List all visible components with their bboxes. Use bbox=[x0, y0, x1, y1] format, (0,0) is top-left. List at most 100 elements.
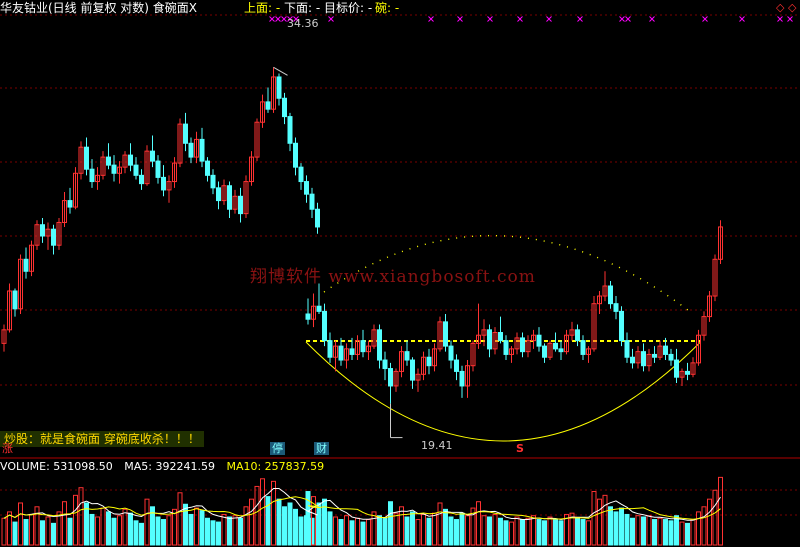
volume-bar bbox=[410, 511, 415, 546]
volume-bar bbox=[355, 517, 360, 546]
volume-bar bbox=[498, 517, 503, 546]
candle-body bbox=[685, 370, 690, 375]
candle-body bbox=[199, 138, 205, 162]
volume-bar bbox=[271, 480, 276, 546]
diamond-icon[interactable]: ◇ bbox=[776, 2, 784, 14]
price-arrows bbox=[273, 66, 403, 439]
ma5-value: MA5: 392241.59 bbox=[124, 460, 215, 473]
volume-bar bbox=[100, 507, 106, 546]
diamond-icon[interactable]: ◇ bbox=[788, 2, 796, 14]
volume-bar bbox=[51, 522, 56, 546]
volume-bar bbox=[492, 513, 498, 546]
candle-body bbox=[265, 101, 271, 110]
volume-bar bbox=[349, 520, 355, 546]
candle-body bbox=[558, 348, 564, 353]
volume-bar bbox=[111, 517, 117, 546]
volume-bar bbox=[227, 516, 232, 546]
candle-body bbox=[67, 200, 73, 208]
candle-body bbox=[520, 337, 525, 353]
candle-body bbox=[282, 97, 287, 118]
candle-body bbox=[674, 359, 679, 378]
candle-body bbox=[128, 154, 133, 166]
candle-body bbox=[40, 224, 45, 237]
volume-bar bbox=[56, 511, 62, 546]
candle-body bbox=[498, 332, 503, 342]
candle-body bbox=[426, 356, 432, 367]
candle-body bbox=[542, 345, 547, 358]
candle-body bbox=[553, 342, 558, 350]
candle-body bbox=[12, 290, 18, 310]
volume-bar bbox=[12, 521, 18, 546]
volume-bar bbox=[188, 513, 194, 546]
volume-bar bbox=[371, 511, 377, 546]
volume-bar bbox=[106, 511, 111, 546]
candle-body bbox=[293, 142, 298, 168]
volume-bar bbox=[547, 516, 553, 546]
candle-body bbox=[89, 168, 95, 183]
volume-bar bbox=[421, 513, 426, 546]
volume-bar bbox=[23, 519, 29, 546]
volume-bar bbox=[282, 506, 287, 546]
volume-bar bbox=[690, 519, 696, 546]
volume-bar bbox=[249, 498, 254, 546]
volume-bar bbox=[487, 516, 492, 546]
volume-bar bbox=[646, 515, 652, 546]
strategy-banner: 炒股：就是食碗面 穿碗底收杀！！！ bbox=[0, 431, 204, 447]
candle-body bbox=[139, 174, 144, 185]
volume-bar bbox=[630, 517, 635, 546]
candle-body bbox=[360, 340, 366, 353]
candle-body bbox=[536, 334, 542, 347]
volume-bar bbox=[437, 502, 443, 546]
volume-bar bbox=[602, 494, 608, 546]
candle-body bbox=[111, 164, 117, 174]
ma10-line bbox=[3, 496, 721, 520]
ma5-line bbox=[3, 488, 721, 521]
volume-bar bbox=[73, 494, 78, 546]
volume-bar bbox=[652, 519, 657, 546]
candle-body bbox=[382, 359, 388, 370]
volume-bar bbox=[260, 478, 265, 546]
candle-body bbox=[227, 185, 232, 210]
volume-bar bbox=[293, 508, 298, 546]
volume-bar bbox=[509, 521, 514, 546]
volume-bar bbox=[338, 519, 344, 546]
volume-bar bbox=[674, 515, 679, 546]
volume-bar bbox=[399, 506, 404, 546]
volume-bar bbox=[210, 520, 216, 546]
candle-body bbox=[155, 160, 161, 178]
candle-body bbox=[404, 351, 410, 361]
candle-body bbox=[322, 310, 327, 342]
candle-body bbox=[84, 146, 89, 170]
volume-bar bbox=[608, 506, 613, 546]
candle-body bbox=[304, 181, 309, 195]
volume-bar bbox=[238, 517, 243, 546]
candle-body bbox=[503, 340, 509, 355]
volume-bar bbox=[580, 519, 586, 546]
volume-bar bbox=[128, 512, 133, 546]
candle-body bbox=[316, 305, 322, 312]
volume-bar bbox=[360, 521, 366, 546]
moving-average-lines bbox=[3, 488, 721, 521]
volume-bar bbox=[344, 515, 349, 546]
volume-bar bbox=[575, 517, 580, 546]
candle-body bbox=[276, 76, 282, 99]
candle-body bbox=[338, 345, 344, 361]
candle-body bbox=[238, 195, 243, 215]
volume-bar bbox=[133, 520, 139, 546]
volume-bar bbox=[597, 498, 602, 546]
candle-body bbox=[580, 340, 586, 355]
volume-bar bbox=[668, 520, 674, 546]
volume-bar bbox=[718, 476, 723, 546]
volume-bar bbox=[95, 516, 100, 546]
candle-body bbox=[608, 285, 613, 305]
volume-bar bbox=[454, 519, 459, 546]
candle-body bbox=[448, 345, 454, 361]
marker-cai: 财 bbox=[314, 442, 329, 455]
bowl-label: 碗: - bbox=[375, 1, 400, 15]
volume-bar bbox=[641, 516, 646, 546]
volume-bar bbox=[619, 507, 624, 546]
volume-bar bbox=[685, 522, 690, 546]
chart-title: 华友钴业(日线 前复权 对数) 食碗面X bbox=[0, 1, 198, 15]
candle-body bbox=[652, 353, 657, 358]
marker-s: S bbox=[516, 442, 524, 455]
